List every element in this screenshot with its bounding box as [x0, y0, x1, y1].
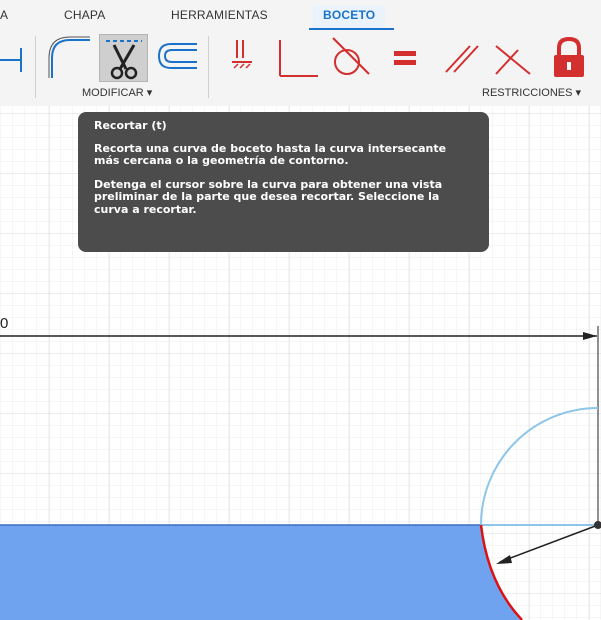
extend-icon[interactable]: [155, 38, 201, 78]
tangent-constraint-icon[interactable]: [327, 34, 371, 80]
equal-constraint-icon[interactable]: [390, 46, 420, 70]
trim-button[interactable]: [99, 34, 148, 82]
restricciones-group-label[interactable]: RESTRICCIONES ▾: [482, 86, 581, 99]
lock-icon[interactable]: [550, 36, 588, 80]
dimension-value[interactable]: 0: [0, 315, 8, 332]
modificar-group-label[interactable]: MODIFICAR ▾: [82, 86, 152, 99]
ribbon-separator: [35, 36, 36, 98]
tab-previous[interactable]: A: [0, 8, 8, 22]
ribbon: MODIFICAR ▾ RESTRICCIONES ▾: [0, 30, 601, 107]
fillet-icon[interactable]: [46, 34, 92, 80]
tab-herramientas[interactable]: HERRAMIENTAS: [171, 8, 268, 22]
tooltip-title: Recortar (t): [94, 119, 167, 132]
parallel-constraint-icon[interactable]: [442, 38, 482, 76]
collinear-constraint-icon[interactable]: [492, 38, 536, 76]
sketch-profile-region[interactable]: [0, 525, 520, 620]
trim-tooltip: Recortar (t) Recorta una curva de boceto…: [78, 112, 489, 252]
perpendicular-constraint-icon[interactable]: [276, 36, 320, 80]
tab-chapa[interactable]: CHAPA: [64, 8, 105, 22]
offset-line-icon[interactable]: [0, 44, 28, 74]
scissors-icon: [106, 40, 142, 80]
tooltip-instructions: Detenga el cursor sobre la curva para ob…: [94, 177, 443, 216]
tooltip-description: Recorta una curva de boceto hasta la cur…: [94, 141, 447, 167]
tab-boceto[interactable]: BOCETO: [313, 6, 386, 30]
ribbon-separator: [208, 36, 209, 98]
toolbar-tabs: A CHAPA HERRAMIENTAS BOCETO: [0, 0, 601, 31]
coincident-constraint-icon[interactable]: [228, 38, 258, 76]
